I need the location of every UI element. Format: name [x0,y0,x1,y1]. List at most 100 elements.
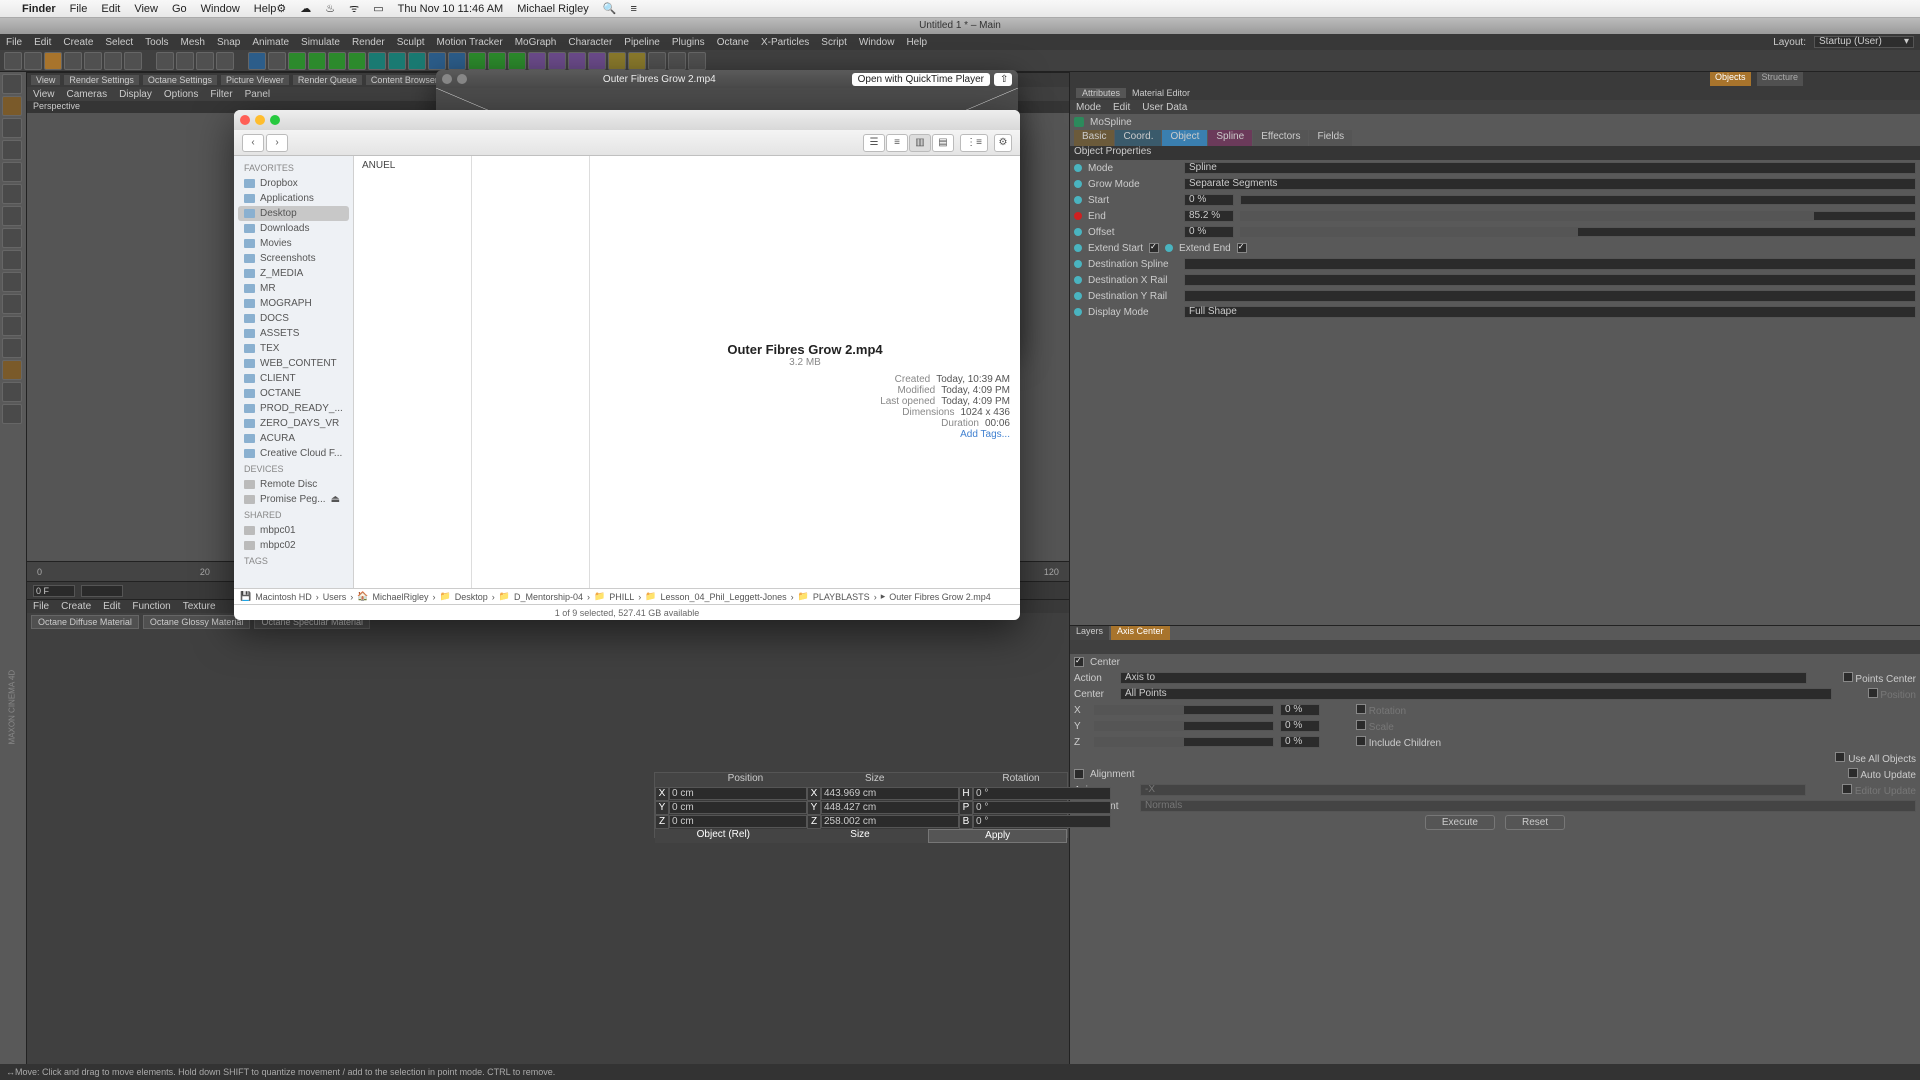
eject-icon[interactable]: ⏏ [331,494,340,505]
end-value[interactable]: 85.2 % [1184,210,1234,222]
end-slider[interactable] [1240,211,1916,221]
tool-button[interactable] [468,52,486,70]
status-icon[interactable]: ⚙ [276,2,286,15]
view-icon-button[interactable]: ☰ [863,134,885,152]
minimize-icon[interactable] [255,115,265,125]
tool-button[interactable] [2,360,22,380]
tool-button[interactable] [2,272,22,292]
vp-menu-item[interactable]: Filter [210,89,232,100]
mat-menu-item[interactable]: Edit [103,601,120,612]
tab-attributes[interactable]: Attributes [1076,88,1126,98]
anim-dot-icon[interactable] [1074,244,1082,252]
tool-button[interactable] [268,52,286,70]
anim-dot-icon[interactable] [1074,212,1082,220]
sidebar-item[interactable]: Dropbox [234,176,353,191]
wifi-icon[interactable]: ᯤ [349,1,359,16]
tool-button[interactable] [488,52,506,70]
sidebar-item[interactable]: Creative Cloud F... [234,446,353,461]
tool-button[interactable] [104,52,122,70]
start-value[interactable]: 0 % [1184,194,1234,206]
tab-structure[interactable]: Structure [1757,72,1804,86]
tab-octane-settings[interactable]: Octane Settings [143,75,217,85]
c4d-menu-item[interactable]: Create [63,37,93,48]
dest-spline-field[interactable] [1184,258,1916,270]
sidebar-item[interactable]: Z_MEDIA [234,266,353,281]
mat-menu-item[interactable]: File [33,601,49,612]
sidebar-item[interactable]: MR [234,281,353,296]
tool-button[interactable] [388,52,406,70]
apply-button[interactable]: Apply [928,829,1067,843]
app-name[interactable]: Finder [22,3,56,15]
c4d-menu-item[interactable]: Character [568,37,612,48]
z-value[interactable]: 0 % [1280,736,1320,748]
reset-button[interactable]: Reset [1505,815,1565,830]
view-gallery-button[interactable]: ▤ [932,134,954,152]
offset-slider[interactable] [1240,227,1916,237]
mat-menu-item[interactable]: Function [132,601,170,612]
tab-fields[interactable]: Fields [1309,130,1352,146]
tool-button[interactable] [288,52,306,70]
tool-button[interactable] [668,52,686,70]
tool-button[interactable] [588,52,606,70]
tool-button[interactable] [216,52,234,70]
c4d-menu-item[interactable]: Tools [145,37,168,48]
close-icon[interactable] [240,115,250,125]
size-z[interactable] [821,815,959,828]
tool-button[interactable] [196,52,214,70]
sidebar-item[interactable]: Applications [234,191,353,206]
tab-layers[interactable]: Layers [1070,626,1109,640]
c4d-menu-item[interactable]: Motion Tracker [437,37,503,48]
sidebar-item[interactable]: ACURA [234,431,353,446]
tab-basic[interactable]: Basic [1074,130,1114,146]
dest-yrail-field[interactable] [1184,290,1916,302]
battery-icon[interactable]: ▭ [373,2,383,15]
menu-view[interactable]: View [134,3,158,15]
anim-dot-icon[interactable] [1165,244,1173,252]
c4d-menu-item[interactable]: Script [821,37,847,48]
sidebar-item[interactable]: OCTANE [234,386,353,401]
sidebar-item[interactable]: PROD_READY_... [234,401,353,416]
macos-menubar[interactable]: Finder File Edit View Go Window Help ⚙ ☁… [0,0,1920,18]
menu-go[interactable]: Go [172,3,187,15]
c4d-menu-item[interactable]: X-Particles [761,37,809,48]
share-icon[interactable]: ⇧ [994,73,1012,86]
sidebar-item[interactable]: mbpc02 [234,538,353,553]
tool-button[interactable] [2,382,22,402]
open-with-button[interactable]: Open with QuickTime Player [852,73,990,86]
rot-h[interactable] [973,787,1111,800]
tool-button[interactable] [2,184,22,204]
status-icon[interactable]: ☁ [300,2,311,15]
menu-icon[interactable]: ≡ [630,3,636,15]
c4d-menu-item[interactable]: Render [352,37,385,48]
tool-button[interactable] [2,118,22,138]
tool-button[interactable] [2,404,22,424]
anim-dot-icon[interactable] [1074,292,1082,300]
rot-b[interactable] [973,815,1111,828]
tool-button[interactable] [176,52,194,70]
anim-dot-icon[interactable] [1074,164,1082,172]
c4d-menu-item[interactable]: Help [906,37,927,48]
sidebar-item[interactable]: ZERO_DAYS_VR [234,416,353,431]
tool-button[interactable] [2,74,22,94]
anim-dot-icon[interactable] [1074,196,1082,204]
tool-button[interactable] [528,52,546,70]
user-name[interactable]: Michael Rigley [517,3,589,15]
rot-p[interactable] [973,801,1111,814]
tab-objects[interactable]: Objects [1710,72,1751,86]
tool-button[interactable] [24,52,42,70]
menu-edit[interactable]: Edit [101,3,120,15]
tab-coord[interactable]: Coord. [1115,130,1161,146]
tool-button[interactable] [2,140,22,160]
anim-dot-icon[interactable] [1074,180,1082,188]
dest-xrail-field[interactable] [1184,274,1916,286]
extend-start-checkbox[interactable] [1149,243,1159,253]
layout-select[interactable]: Startup (User)▾ [1814,36,1914,48]
sidebar-item[interactable]: MOGRAPH [234,296,353,311]
menu-help[interactable]: Help [254,3,277,15]
finder-column[interactable] [472,156,590,588]
pos-x[interactable] [669,787,807,800]
y-value[interactable]: 0 % [1280,720,1320,732]
tool-button[interactable] [568,52,586,70]
display-mode-select[interactable]: Full Shape [1184,306,1916,318]
tool-button[interactable] [428,52,446,70]
